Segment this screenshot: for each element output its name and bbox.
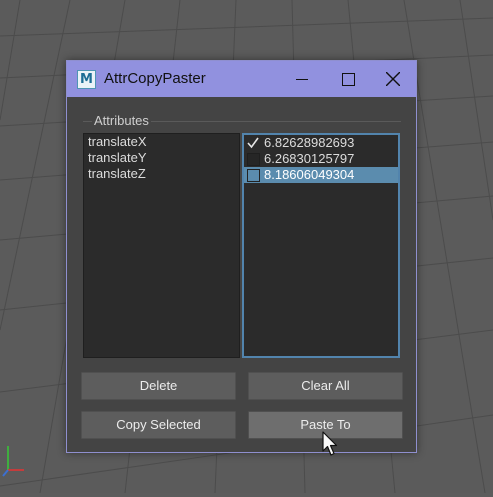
maya-app-icon: M [77, 70, 96, 89]
value-item[interactable]: 6.26830125797 [244, 151, 398, 167]
clear-all-button[interactable]: Clear All [248, 372, 403, 400]
checkbox-empty-icon[interactable] [247, 169, 260, 182]
close-icon [386, 72, 400, 86]
view-axis-indicator [0, 440, 30, 484]
copy-selected-button[interactable]: Copy Selected [81, 411, 236, 439]
checkbox-empty-icon[interactable] [247, 153, 260, 166]
title-bar[interactable]: M AttrCopyPaster [67, 61, 416, 97]
checkmark-icon[interactable] [247, 137, 259, 149]
value-item-selected[interactable]: 8.18606049304 [244, 167, 398, 183]
close-button[interactable] [370, 61, 416, 97]
minimize-button[interactable] [279, 61, 325, 97]
attribute-item[interactable]: translateZ [84, 166, 239, 182]
attr-copy-paster-window: M AttrCopyPaster Attributes translateX t… [66, 60, 417, 453]
attribute-item[interactable]: translateX [84, 134, 239, 150]
attribute-list[interactable]: translateX translateY translateZ [83, 133, 240, 358]
value-text: 6.26830125797 [264, 151, 355, 166]
maximize-button[interactable] [325, 61, 371, 97]
group-label-attributes: Attributes [92, 113, 151, 128]
window-title: AttrCopyPaster [104, 70, 206, 87]
attribute-item[interactable]: translateY [84, 150, 239, 166]
value-text: 8.18606049304 [264, 167, 355, 182]
mouse-cursor-icon [322, 431, 338, 461]
value-text: 6.82628982693 [264, 135, 355, 150]
value-item[interactable]: 6.82628982693 [244, 135, 398, 151]
value-list[interactable]: 6.82628982693 6.26830125797 8.1860604930… [242, 133, 400, 358]
delete-button[interactable]: Delete [81, 372, 236, 400]
